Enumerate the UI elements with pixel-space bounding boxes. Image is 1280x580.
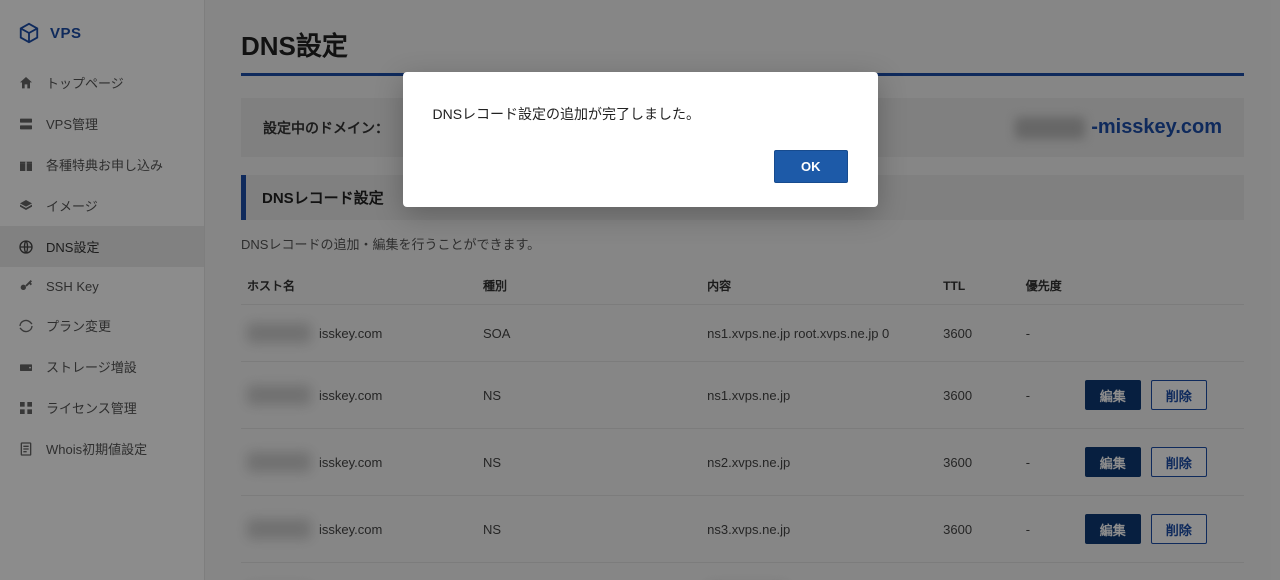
dialog-message: DNSレコード設定の追加が完了しました。 bbox=[433, 104, 848, 124]
dialog-ok-button[interactable]: OK bbox=[774, 150, 848, 183]
dialog: DNSレコード設定の追加が完了しました。 OK bbox=[403, 72, 878, 207]
modal-overlay[interactable]: DNSレコード設定の追加が完了しました。 OK bbox=[0, 0, 1280, 580]
